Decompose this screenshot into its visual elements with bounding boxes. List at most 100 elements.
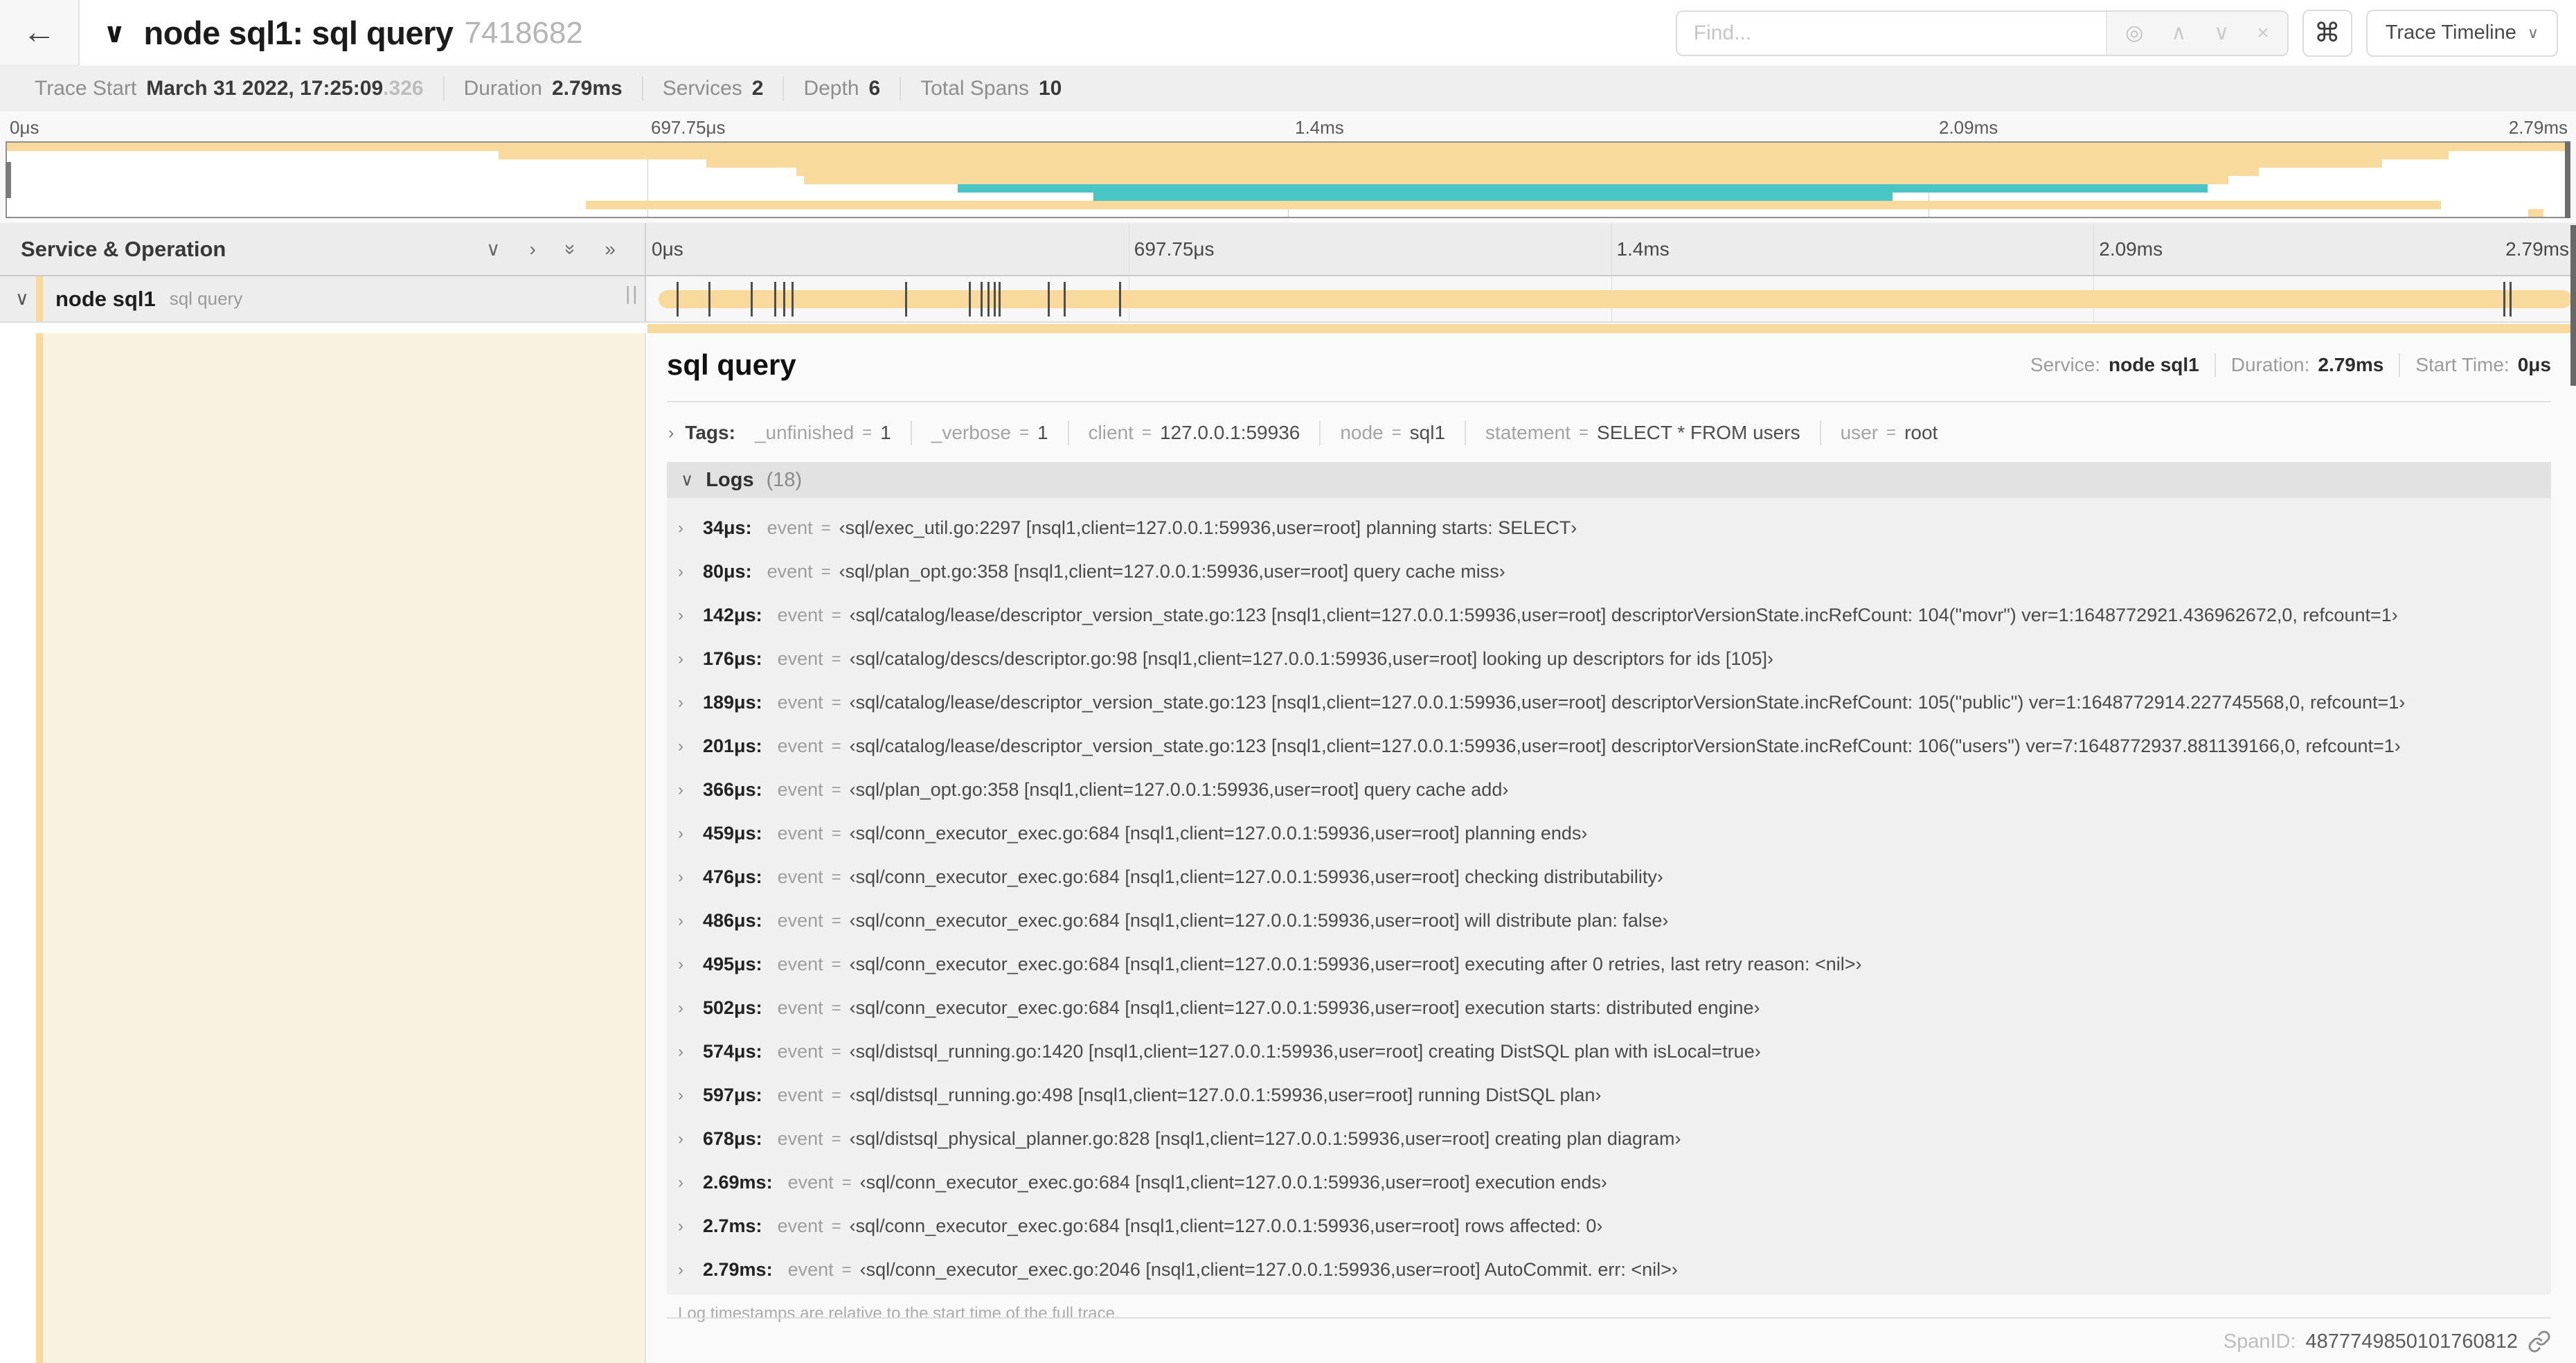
log-row[interactable]: › 34μs: event = ‹sql/exec_util.go:2297 [… [667, 506, 2551, 550]
ruler-gridline [2093, 223, 2095, 275]
back-button[interactable]: ← [0, 0, 80, 66]
logs-list: › 34μs: event = ‹sql/exec_util.go:2297 [… [667, 498, 2551, 1294]
minimap-tick-label: 0μs [10, 117, 39, 138]
chevron-right-icon: › [678, 518, 683, 537]
log-timestamp: 678μs: [703, 1128, 762, 1149]
summary-item: Total Spans 10 [900, 76, 1081, 101]
minimap-right-scrubber-handle[interactable] [2565, 141, 2570, 218]
log-row[interactable]: › 80μs: event = ‹sql/plan_opt.go:358 [ns… [667, 550, 2551, 594]
trace-timeline-page: ← ∨ node sql1: sql query 7418682 ◎ ∧ ∨ ×… [0, 0, 2576, 1363]
equals-sign: = [831, 911, 841, 930]
chevron-down-icon[interactable]: ∨ [15, 288, 29, 310]
find-prev-icon[interactable]: ∧ [2171, 22, 2186, 44]
clear-find-icon[interactable]: × [2257, 22, 2269, 44]
tag-key: statement [1485, 422, 1571, 443]
log-row[interactable]: › 2.79ms: event = ‹sql/conn_executor_exe… [667, 1248, 2551, 1292]
span-stat: Duration: 2.79ms [2214, 353, 2399, 377]
log-row[interactable]: › 476μs: event = ‹sql/conn_executor_exec… [667, 855, 2551, 899]
link-icon[interactable] [2528, 1330, 2551, 1353]
log-row[interactable]: › 176μs: event = ‹sql/catalog/descs/desc… [667, 637, 2551, 681]
tag-item: user = root [1819, 420, 1958, 445]
log-row[interactable]: › 201μs: event = ‹sql/catalog/lease/desc… [667, 724, 2551, 768]
equals-sign: = [831, 649, 841, 668]
log-value: ‹sql/catalog/lease/descriptor_version_st… [849, 736, 2401, 756]
tags-list: _unfinished = 1 _verbose = 1 client = 12… [755, 420, 1957, 445]
minimap-canvas[interactable] [6, 141, 2570, 218]
tag-item: statement = SELECT * FROM users [1465, 420, 1820, 445]
log-field-name: event [777, 910, 823, 931]
log-row[interactable]: › 2.69ms: event = ‹sql/conn_executor_exe… [667, 1161, 2551, 1204]
minimap-left-scrubber-handle[interactable] [6, 161, 11, 198]
service-color-stripe [36, 333, 43, 1363]
ruler-tick-label: 1.4ms [1616, 238, 1670, 260]
log-row[interactable]: › 495μs: event = ‹sql/conn_executor_exec… [667, 943, 2551, 986]
back-arrow-icon: ← [22, 14, 56, 51]
span-row-name-cell[interactable]: ∨ node sql1 sql query [0, 276, 646, 321]
minimap-tick-label: 1.4ms [1295, 117, 1344, 138]
logs-footer-note: Log timestamps are relative to the start… [678, 1304, 1120, 1323]
keyboard-shortcuts-button[interactable]: ⌘ [2302, 9, 2352, 57]
span-event-tick [791, 281, 794, 317]
equals-sign: = [831, 998, 841, 1017]
equals-sign: = [831, 954, 841, 974]
minimap-tick-label: 2.09ms [1939, 117, 1998, 138]
log-row[interactable]: › 2.7ms: event = ‹sql/conn_executor_exec… [667, 1204, 2551, 1248]
log-timestamp: 476μs: [703, 866, 762, 887]
log-value: ‹sql/conn_executor_exec.go:684 [nsql1,cl… [849, 954, 1862, 974]
span-detail-title: sql query [667, 348, 796, 381]
log-row[interactable]: › 189μs: event = ‹sql/catalog/lease/desc… [667, 681, 2551, 724]
minimap-span-bar [803, 176, 2228, 184]
span-row-timeline-cell [646, 276, 2576, 321]
find-input[interactable] [1676, 11, 2107, 55]
span-event-tick [987, 281, 990, 317]
log-value: ‹sql/conn_executor_exec.go:684 [nsql1,cl… [859, 1172, 1607, 1193]
view-selector-button[interactable]: Trace Timeline ∨ [2365, 9, 2558, 57]
span-detail-accent-bar [647, 324, 2576, 333]
collapse-one-icon[interactable]: ∨ [486, 239, 501, 259]
find-next-icon[interactable]: ∨ [2214, 22, 2229, 44]
tags-row[interactable]: › Tags: _unfinished = 1 _verbose = 1 cli… [668, 420, 2551, 445]
log-row[interactable]: › 678μs: event = ‹sql/distsql_physical_p… [667, 1117, 2551, 1161]
log-field-name: event [777, 648, 823, 669]
log-field-name: event [767, 561, 813, 582]
tag-item: node = sql1 [1319, 420, 1465, 445]
service-color-fill [43, 333, 645, 1363]
log-timestamp: 2.69ms: [703, 1172, 773, 1193]
log-row[interactable]: › 366μs: event = ‹sql/plan_opt.go:358 [n… [667, 768, 2551, 812]
log-row[interactable]: › 459μs: event = ‹sql/conn_executor_exec… [667, 812, 2551, 855]
span-event-tick [968, 281, 971, 317]
log-timestamp: 189μs: [703, 692, 762, 713]
log-row[interactable]: › 142μs: event = ‹sql/catalog/lease/desc… [667, 594, 2551, 637]
log-row[interactable]: › 486μs: event = ‹sql/conn_executor_exec… [667, 899, 2551, 943]
tag-value: root [1904, 422, 1938, 443]
log-field-name: event [777, 605, 823, 625]
chevron-right-icon: › [678, 693, 683, 712]
expand-one-icon[interactable]: › [530, 239, 536, 259]
chevron-right-icon: › [678, 1173, 683, 1192]
logs-header[interactable]: ∨ Logs (18) [667, 462, 2551, 498]
tag-value: 127.0.0.1:59936 [1159, 422, 1300, 443]
chevron-right-icon: › [678, 1085, 683, 1105]
collapse-all-icon[interactable]: » [560, 244, 582, 255]
equals-sign: = [1141, 423, 1152, 442]
log-row[interactable]: › 574μs: event = ‹sql/distsql_running.go… [667, 1030, 2551, 1074]
summary-label: Depth [803, 77, 859, 100]
summary-value: 2.79ms [551, 77, 623, 100]
equals-sign: = [1886, 423, 1897, 442]
summary-item: Trace Start March 31 2022, 17:25:09.326 [15, 76, 443, 101]
chevron-down-icon[interactable]: ∨ [103, 17, 125, 49]
span-detail-row: sql query Service: node sql1 Duration: 2… [0, 333, 2576, 1363]
log-row[interactable]: › 502μs: event = ‹sql/conn_executor_exec… [667, 986, 2551, 1030]
vertical-scrollbar-thumb[interactable] [2570, 225, 2576, 386]
locate-icon[interactable]: ◎ [2125, 22, 2143, 44]
equals-sign: = [1019, 423, 1029, 442]
tags-label: Tags: [685, 422, 735, 443]
log-value: ‹sql/catalog/lease/descriptor_version_st… [849, 692, 2406, 713]
log-timestamp: 459μs: [703, 823, 762, 844]
span-duration-bar[interactable] [659, 289, 2572, 308]
equals-sign: = [831, 1129, 841, 1148]
log-row[interactable]: › 597μs: event = ‹sql/distsql_running.go… [667, 1074, 2551, 1117]
column-resize-handle[interactable]: || [625, 283, 640, 305]
expand-all-icon[interactable]: » [605, 239, 616, 259]
minimap-tick-label: 2.79ms [2508, 117, 2568, 138]
